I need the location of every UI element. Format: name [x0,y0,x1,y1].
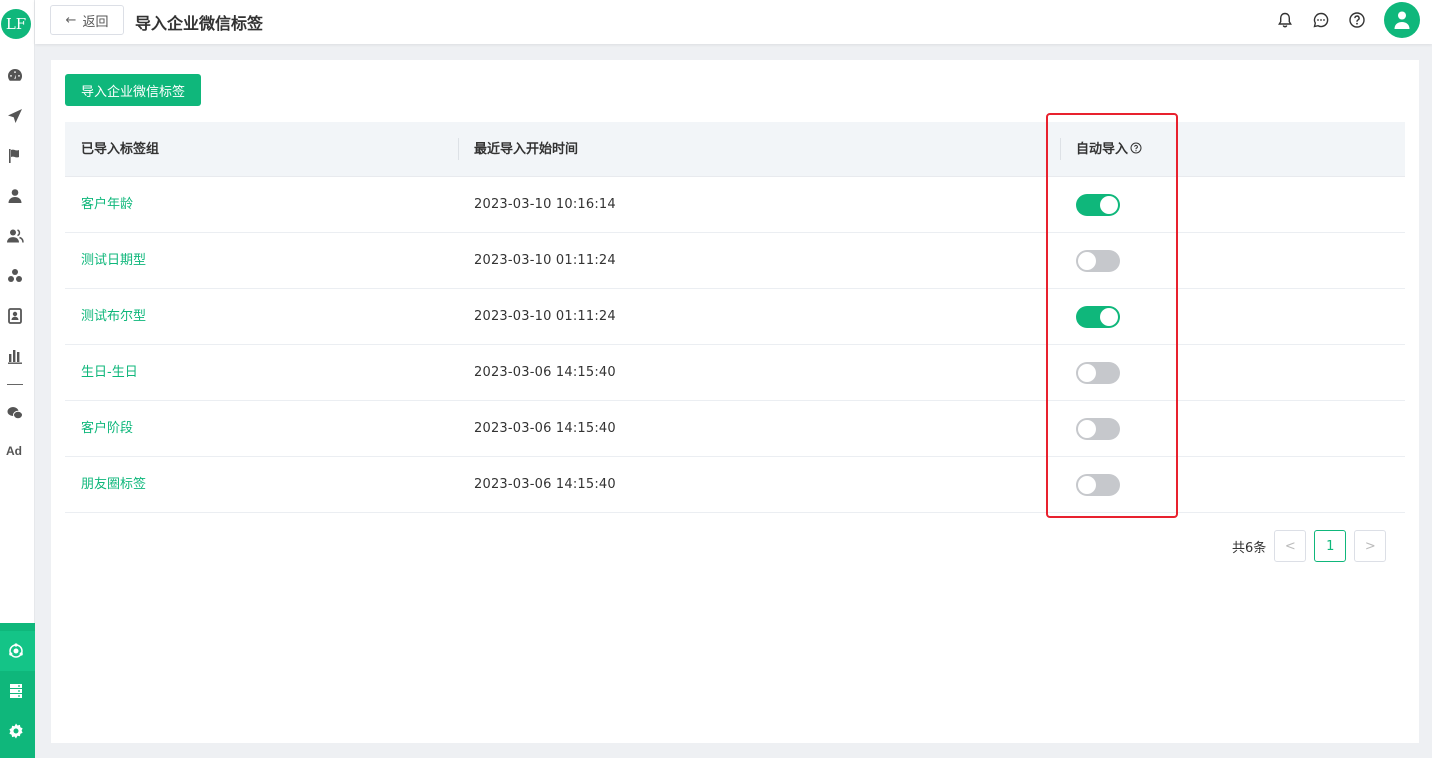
gear-icon[interactable] [7,722,25,740]
top-header: ← 返回 导入企业微信标签 [35,0,1432,44]
next-page-button[interactable]: > [1354,530,1387,562]
page-title: 导入企业微信标签 [135,14,264,33]
column-header-auto-import: 自动导入 [1076,122,1142,177]
sidebar-bottom-bar [0,623,35,758]
tag-group-name[interactable]: 测试日期型 [81,233,146,289]
user-avatar-icon [1394,11,1410,29]
last-import-time: 2023-03-06 14:15:40 [474,477,616,492]
flag-icon[interactable] [6,147,24,165]
import-wecom-tags-button[interactable]: 导入企业微信标签 [65,74,201,106]
prev-page-button[interactable]: < [1274,530,1307,562]
toggle-knob [1078,364,1096,382]
column-separator [1060,138,1061,160]
arrow-left-icon: ← [65,12,77,28]
auto-import-toggle[interactable] [1076,418,1120,440]
question-circle-icon[interactable] [1130,142,1142,154]
message-icon[interactable] [1312,11,1330,29]
last-import-time: 2023-03-10 10:16:14 [474,197,616,212]
ad-nav-item[interactable]: Ad [6,444,22,458]
group-icon[interactable] [6,267,24,285]
auto-import-toggle[interactable] [1076,362,1120,384]
last-import-time: 2023-03-10 01:11:24 [474,309,616,324]
main-panel: 导入企业微信标签 已导入标签组 最近导入开始时间 自动导入 客户年龄 2023-… [51,60,1419,743]
server-icon[interactable] [7,682,25,700]
back-button-label: 返回 [82,14,109,30]
column-separator [458,138,459,160]
sidebar-divider [7,384,23,385]
table-row: 生日-生日 2023-03-06 14:15:40 [65,345,1405,401]
toggle-knob [1078,420,1096,438]
tag-group-name[interactable]: 朋友圈标签 [81,457,146,513]
auto-import-toggle[interactable] [1076,194,1120,216]
imported-tags-table: 已导入标签组 最近导入开始时间 自动导入 客户年龄 2023-03-10 10:… [65,122,1405,513]
back-button[interactable]: ← 返回 [50,5,124,35]
sidebar: LF Ad [0,0,35,758]
send-icon[interactable] [6,107,24,125]
dashboard-icon[interactable] [6,67,24,85]
last-import-time: 2023-03-06 14:15:40 [474,421,616,436]
help-icon[interactable] [1348,11,1366,29]
toggle-knob [1100,196,1118,214]
last-import-time: 2023-03-06 14:15:40 [474,365,616,380]
app-logo[interactable]: LF [1,9,31,39]
toggle-knob [1078,252,1096,270]
pagination: 共6条 < 1 > [1232,530,1387,562]
column-header-last-import-time: 最近导入开始时间 [474,142,579,157]
contact-card-icon[interactable] [6,307,24,325]
users-icon[interactable] [6,227,24,245]
table-header: 已导入标签组 最近导入开始时间 自动导入 [65,122,1405,177]
auto-import-toggle[interactable] [1076,306,1120,328]
total-count: 共6条 [1232,540,1267,556]
auto-import-toggle[interactable] [1076,474,1120,496]
hub-icon[interactable] [7,642,25,660]
toggle-knob [1100,308,1118,326]
table-row: 测试日期型 2023-03-10 01:11:24 [65,233,1405,289]
tag-group-name[interactable]: 客户年龄 [81,177,133,233]
auto-import-label: 自动导入 [1076,142,1129,157]
tag-group-name[interactable]: 生日-生日 [81,345,138,401]
last-import-time: 2023-03-10 01:11:24 [474,253,616,268]
table-row: 客户阶段 2023-03-06 14:15:40 [65,401,1405,457]
toggle-knob [1078,476,1096,494]
table-row: 测试布尔型 2023-03-10 01:11:24 [65,289,1405,345]
bell-icon[interactable] [1276,11,1294,29]
table-row: 朋友圈标签 2023-03-06 14:15:40 [65,457,1405,513]
table-row: 客户年龄 2023-03-10 10:16:14 [65,177,1405,233]
bar-chart-icon[interactable] [6,347,24,365]
tag-group-name[interactable]: 客户阶段 [81,401,133,457]
avatar[interactable] [1384,2,1420,38]
auto-import-toggle[interactable] [1076,250,1120,272]
page-number-button[interactable]: 1 [1314,530,1347,562]
column-header-tag-group: 已导入标签组 [81,142,160,157]
user-icon[interactable] [6,187,24,205]
tag-group-name[interactable]: 测试布尔型 [81,289,146,345]
wechat-icon[interactable] [6,404,24,422]
